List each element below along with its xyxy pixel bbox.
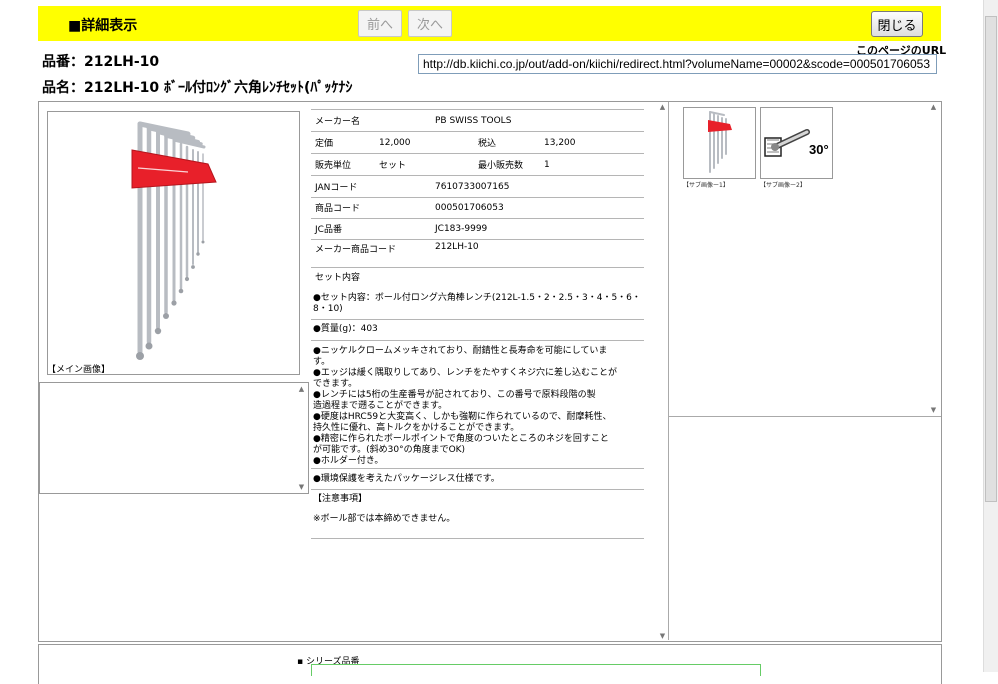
page-title: ■詳細表示 — [68, 18, 138, 34]
right-scrollbar[interactable]: ▲ ▼ — [926, 103, 941, 414]
bullet-icon: ▪ — [297, 657, 304, 667]
min-qty-value: 1 — [544, 159, 550, 170]
maker-label: メーカー名 — [315, 117, 361, 127]
close-button[interactable]: 閉じる — [871, 11, 923, 37]
sales-unit-value: セット — [379, 161, 407, 171]
set-contents-line2: 8・10) — [313, 304, 343, 314]
series-table — [311, 664, 761, 676]
next-button[interactable]: 次へ — [408, 10, 452, 37]
jc-label: JC品番 — [315, 225, 342, 235]
page-url-field[interactable]: http://db.kiichi.co.jp/out/add-on/kiichi… — [418, 54, 937, 74]
min-qty-label: 最小販売数 — [478, 161, 524, 171]
scroll-down-icon[interactable]: ▼ — [931, 406, 936, 414]
feature-line: ●ホルダー付き。 — [313, 456, 384, 466]
sub-image-1-label: 【サブ画像ー1】 — [683, 182, 729, 189]
left-scrollbar[interactable]: ▲ ▼ — [294, 385, 309, 491]
list-price-label: 定価 — [315, 139, 334, 149]
feature-line: できます。 — [313, 379, 358, 389]
scroll-down-icon[interactable]: ▼ — [660, 632, 665, 640]
tax-in-label: 税込 — [478, 139, 497, 149]
spec-row-jc: JC品番 JC183-9999 — [311, 218, 644, 240]
right-panel-divider — [668, 416, 941, 417]
list-price-value: 12,000 — [379, 137, 411, 148]
divider — [311, 340, 644, 341]
feature-line: 持久性に優れ、高トルクをかけることができます。 — [313, 423, 520, 433]
main-image-label: 【メイン画像】 — [47, 365, 111, 375]
spec-row-maker: メーカー名 PB SWISS TOOLS — [311, 110, 644, 132]
sub-image-2[interactable]: 30° — [760, 107, 833, 179]
tax-in-value: 13,200 — [544, 137, 576, 148]
feature-line: ●硬度はHRC59と大変高く、しかも強靭に作られているので、耐摩耗性、 — [313, 412, 612, 422]
feature-line: が可能です。(斜め30°の角度までOK) — [313, 445, 466, 455]
spec-row-maker-code: メーカー商品コード 212LH-10 — [311, 238, 644, 268]
product-code-value: 000501706053 — [435, 202, 504, 213]
feature-line: ●ニッケルクロームメッキされており、耐錆性と長寿命を可能にしていま — [313, 346, 608, 356]
set-contents-line1: ●セット内容：ボール付ロング六角棒レンチ(212L-1.5・2・2.5・3・4・… — [313, 293, 641, 303]
notes-heading: 【注意事項】 — [313, 494, 368, 504]
scroll-down-icon[interactable]: ▼ — [299, 483, 304, 491]
jan-value: 7610733007165 — [435, 181, 510, 192]
sub-image-2-label: 【サブ画像ー2】 — [760, 182, 806, 189]
feature-line: ●精密に作られたボールポイントで角度のついたところのネジを回すこと — [313, 434, 609, 444]
left-scroll-box[interactable] — [39, 382, 309, 494]
scroll-up-icon[interactable]: ▲ — [660, 103, 665, 111]
spec-row-jan: JANコード 7610733007165 — [311, 176, 644, 198]
angle-text: 30° — [809, 142, 829, 157]
product-code-label: 商品コード — [315, 204, 361, 214]
feature-line: す。 — [313, 357, 331, 367]
sub-image-1[interactable] — [683, 107, 756, 179]
jc-value: JC183-9999 — [435, 223, 488, 234]
main-image — [47, 111, 300, 375]
spec-row-product-code: 商品コード 000501706053 — [311, 197, 644, 219]
product-name: 品名：212LH-10 ﾎﾞｰﾙ付ﾛﾝｸﾞ六角ﾚﾝﾁｾｯﾄ(ﾊﾟｯｹﾅｼ — [42, 80, 353, 96]
scroll-up-icon[interactable]: ▲ — [931, 103, 936, 111]
header-bar — [38, 6, 941, 41]
maker-code-value: 212LH-10 — [435, 242, 479, 252]
prev-button[interactable]: 前へ — [358, 10, 402, 37]
column-divider — [668, 102, 669, 640]
feature-line: ●エッジは緩く隅取りしてあり、レンチをたやすくネジ穴に差し込むことが — [313, 368, 617, 378]
divider — [311, 468, 644, 469]
scroll-up-icon[interactable]: ▲ — [299, 385, 304, 393]
product-number: 品番：212LH-10 — [42, 54, 160, 70]
divider — [311, 319, 644, 320]
sales-unit-label: 販売単位 — [315, 161, 352, 171]
notes-text: ※ボール部では本締めできません。 — [313, 514, 456, 524]
set-contents-heading: セット内容 — [315, 273, 361, 283]
page-scroll-thumb[interactable] — [985, 16, 997, 502]
divider — [311, 538, 644, 539]
page-scrollbar[interactable] — [983, 0, 998, 672]
spec-row-price: 定価 12,000 税込 13,200 — [311, 132, 644, 154]
maker-value: PB SWISS TOOLS — [435, 115, 512, 126]
jan-label: JANコード — [315, 183, 358, 193]
spec-row-unit: 販売単位 セット 最小販売数 1 — [311, 154, 644, 176]
feature-line: ●レンチには5桁の生産番号が記されており、この番号で原料段階の製 — [313, 390, 596, 400]
features-list: ●ニッケルクロームメッキされており、耐錆性と長寿命を可能にしていま す。 ●エッ… — [313, 346, 646, 467]
feature-line: 造過程まで遡ることができます。 — [313, 401, 448, 411]
packaging-text: ●環境保護を考えたパッケージレス仕様です。 — [313, 474, 500, 484]
maker-code-label: メーカー商品コード — [315, 245, 397, 255]
divider — [311, 489, 644, 490]
weight-text: ●質量(g)：403 — [313, 324, 378, 334]
